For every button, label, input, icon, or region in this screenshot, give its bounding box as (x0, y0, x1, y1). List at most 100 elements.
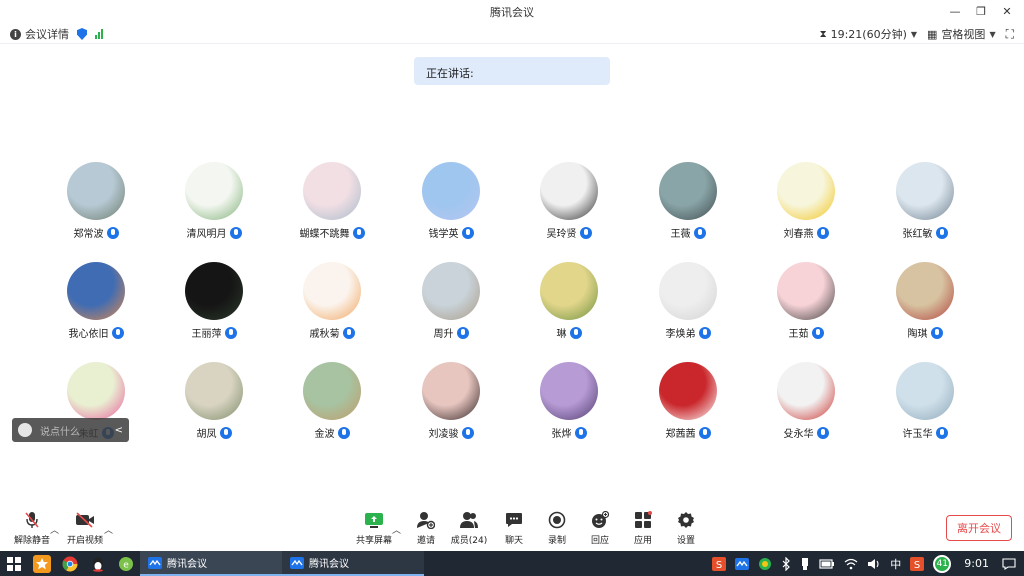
participant-name: 戚秋菊 (309, 329, 340, 340)
wifi-icon[interactable] (844, 558, 858, 570)
qq-penguin-icon[interactable] (88, 551, 108, 576)
participant-tile[interactable]: 戚秋菊 (273, 262, 391, 346)
participant-tile[interactable]: 王薇 (629, 162, 747, 246)
emoji-icon[interactable] (18, 423, 32, 437)
chat-quick-input[interactable]: 说点什么 < (12, 418, 129, 442)
taskbar-app-tencent-meeting[interactable]: 腾讯会议 (140, 551, 282, 576)
participant-name-row: 许玉华 (866, 425, 984, 440)
participant-tile[interactable]: 周升 (392, 262, 510, 346)
input-method-indicator[interactable]: 中 (890, 556, 901, 572)
notification-count-badge[interactable]: 41 (933, 554, 952, 573)
meeting-toolbar: 解除静音 ︿ 开启视频 ︿ 共享屏幕 ︿ 邀请 成员(24) 聊天 录制 回应 … (0, 505, 1024, 551)
record-button[interactable]: 录制 (533, 511, 581, 549)
audio-options-caret-icon[interactable]: ︿ (50, 523, 59, 536)
minimize-icon[interactable]: — (944, 2, 966, 20)
share-screen-button[interactable]: 共享屏幕 (350, 511, 398, 549)
participant-tile[interactable]: 郑茜茜 (629, 362, 747, 446)
participant-avatar (422, 262, 480, 320)
participant-tile[interactable]: 吴玲贤 (510, 162, 628, 246)
mic-status-icon (569, 326, 582, 339)
participant-tile[interactable]: 殳永华 (747, 362, 865, 446)
participant-avatar (777, 262, 835, 320)
share-options-caret-icon[interactable]: ︿ (392, 523, 401, 536)
mic-status-icon (816, 226, 829, 239)
participant-avatar (777, 162, 835, 220)
fullscreen-button[interactable]: ⛶ (1006, 27, 1014, 42)
browser-icon[interactable]: e (116, 551, 136, 576)
sogou-input-icon[interactable]: S (910, 556, 925, 571)
invite-button[interactable]: 邀请 (402, 511, 450, 549)
participant-tile[interactable]: 刘凌骏 (392, 362, 510, 446)
participant-name-row: 周升 (392, 325, 510, 340)
members-button[interactable]: 成员(24) (445, 511, 493, 549)
view-mode-dropdown[interactable]: ▦ 宫格视图 ▼ (927, 26, 996, 42)
start-video-button[interactable]: 开启视频 (61, 511, 109, 549)
participant-tile[interactable]: 许玉华 (866, 362, 984, 446)
security-shield-icon[interactable] (77, 28, 87, 40)
network-signal-icon[interactable] (95, 29, 103, 39)
participant-tile[interactable]: 胡凤 (155, 362, 273, 446)
favorites-star-icon[interactable] (32, 551, 52, 576)
sogou-icon[interactable]: S (712, 556, 727, 571)
tencent-meeting-tray-icon[interactable] (735, 557, 750, 570)
participant-tile[interactable]: 我心依旧 (37, 262, 155, 346)
participant-tile[interactable]: 金波 (273, 362, 391, 446)
participant-tile[interactable]: 清风明月 (155, 162, 273, 246)
video-options-caret-icon[interactable]: ︿ (104, 523, 113, 536)
participant-tile[interactable]: 王丽萍 (155, 262, 273, 346)
security-tray-icon[interactable] (758, 557, 772, 571)
participant-name-row: 琳 (510, 325, 628, 340)
meeting-details-button[interactable]: i 会议详情 (10, 26, 69, 42)
participant-name: 琳 (556, 329, 567, 340)
participant-name-row: 张红敏 (866, 225, 984, 240)
system-clock[interactable]: 9:01 (964, 557, 989, 570)
react-button[interactable]: 回应 (576, 511, 624, 549)
participant-name-row: 清风明月 (155, 225, 273, 240)
participant-tile[interactable]: 琳 (510, 262, 628, 346)
participant-tile[interactable]: 蝴蝶不跳舞 (273, 162, 391, 246)
participant-tile[interactable]: 李焕弟 (629, 262, 747, 346)
mic-status-icon (352, 226, 365, 239)
participant-tile[interactable]: 陶琪 (866, 262, 984, 346)
volume-icon[interactable] (867, 558, 881, 570)
leave-meeting-button[interactable]: 离开会议 (946, 515, 1012, 541)
svg-text:S: S (914, 560, 920, 571)
unmute-button[interactable]: 解除静音 (8, 511, 56, 549)
participant-name-row: 李焕弟 (629, 325, 747, 340)
meeting-timer[interactable]: ⧗ 19:21(60分钟) ▼ (820, 26, 917, 42)
battery-icon[interactable] (819, 558, 835, 569)
taskbar-app-tencent-meeting-2[interactable]: 腾讯会议 (282, 551, 424, 576)
tencent-meeting-icon (148, 556, 162, 569)
emoji-reaction-icon (590, 511, 610, 529)
participant-tile[interactable]: 钱学英 (392, 162, 510, 246)
chrome-icon[interactable] (60, 551, 80, 576)
mic-status-icon (935, 426, 948, 439)
invite-label: 邀请 (416, 536, 435, 546)
svg-text:S: S (716, 560, 722, 571)
bluetooth-icon[interactable] (781, 556, 791, 571)
chat-button[interactable]: 聊天 (490, 511, 538, 549)
meeting-info-bar: i 会议详情 ⧗ 19:21(60分钟) ▼ ▦ 宫格视图 ▼ ⛶ (0, 22, 1024, 44)
windows-start-icon[interactable] (0, 551, 28, 576)
participant-name: 李焕弟 (665, 329, 696, 340)
participant-tile[interactable]: 刘春燕 (747, 162, 865, 246)
restore-icon[interactable]: ❐ (970, 2, 992, 20)
participant-name-row: 刘凌骏 (392, 425, 510, 440)
participant-tile[interactable]: 张红敏 (866, 162, 984, 246)
share-screen-label: 共享屏幕 (355, 536, 392, 546)
participant-name: 钱学英 (428, 229, 459, 240)
action-center-icon[interactable] (1002, 557, 1016, 570)
system-tray: S 中 S 41 9:01 (712, 551, 1024, 576)
usb-device-icon[interactable] (800, 557, 810, 571)
record-label: 录制 (547, 536, 566, 546)
participant-tile[interactable]: 张烨 (510, 362, 628, 446)
apps-button[interactable]: 应用 (619, 511, 667, 549)
close-icon[interactable]: ✕ (996, 2, 1018, 20)
mic-status-icon (935, 226, 948, 239)
settings-button[interactable]: 设置 (662, 511, 710, 549)
collapse-arrow-icon[interactable]: < (115, 425, 123, 436)
participant-tile[interactable]: 王茹 (747, 262, 865, 346)
participant-name-row: 刘春燕 (747, 225, 865, 240)
participant-tile[interactable]: 郑常波 (37, 162, 155, 246)
gear-icon (676, 511, 696, 529)
